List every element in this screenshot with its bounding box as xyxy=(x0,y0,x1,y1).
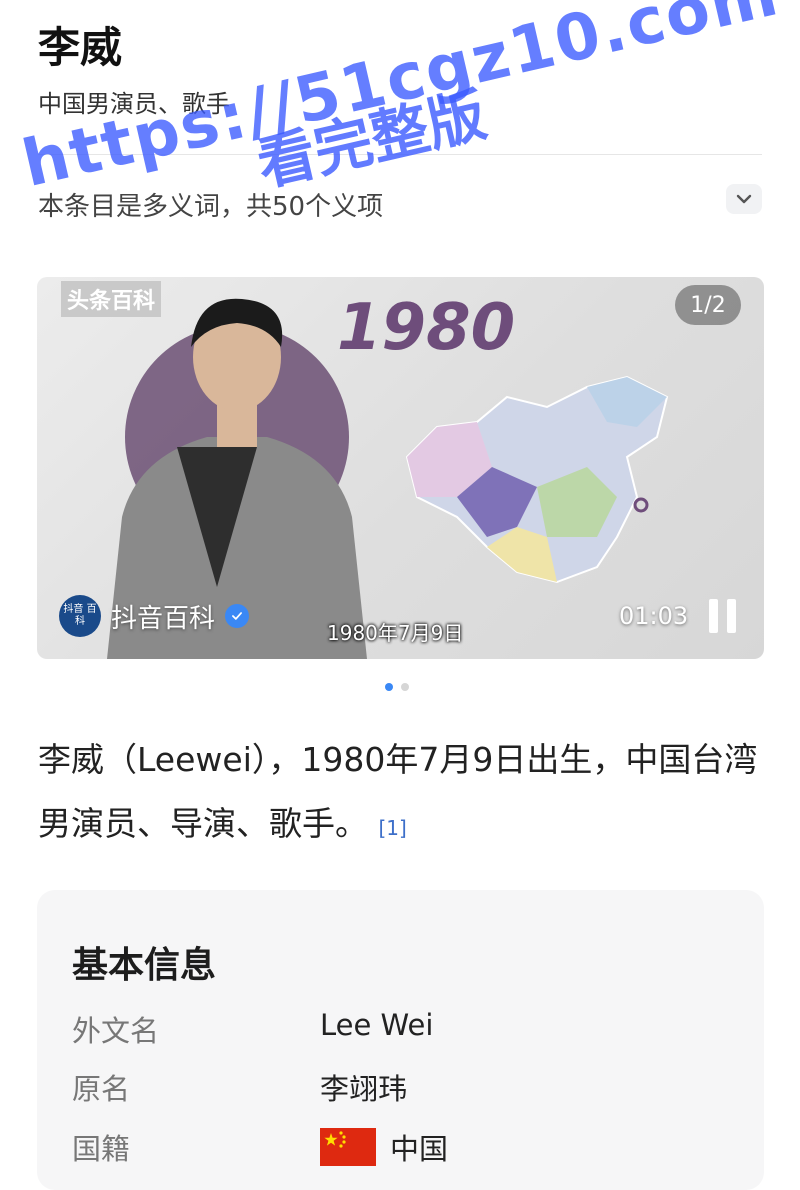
brand-logo: 头条百科 xyxy=(61,281,162,317)
china-map-graphic xyxy=(405,375,669,584)
carousel-dot-active[interactable] xyxy=(385,683,393,691)
info-value: Lee Wei xyxy=(320,1008,434,1042)
carousel-indicator[interactable] xyxy=(385,683,409,691)
header-divider xyxy=(38,154,762,155)
year-overlay: 1980 xyxy=(337,291,516,365)
page-counter-badge: 1/2 xyxy=(675,285,741,325)
playback-time: 01:03 xyxy=(619,602,689,630)
summary-paragraph: 李威（Leewei），1980年7月9日出生，中国台湾男演员、导演、歌手。 [1… xyxy=(38,728,762,856)
video-source[interactable]: 抖音 百科 抖音百科 xyxy=(59,595,250,637)
card-title: 基本信息 xyxy=(72,944,217,986)
info-key: 国籍 xyxy=(72,1132,131,1166)
ambiguity-notice[interactable]: 本条目是多义词，共50个义项 xyxy=(38,186,383,223)
page-title: 李威 xyxy=(38,23,123,72)
source-name: 抖音百科 xyxy=(111,603,216,634)
page-subtitle: 中国男演员、歌手 xyxy=(38,90,230,118)
watermark-text: 看完整版 xyxy=(250,80,493,199)
china-flag-icon xyxy=(320,1128,376,1166)
media-player[interactable]: 头条百科 1980 1/2 抖音 百科 抖音百科 1980年7月9日 01:03 xyxy=(37,277,764,659)
verified-icon xyxy=(225,604,250,628)
info-value: 中国 xyxy=(390,1132,449,1166)
info-key: 原名 xyxy=(72,1072,131,1106)
carousel-dot[interactable] xyxy=(401,683,409,691)
citation-link[interactable]: [1] xyxy=(379,816,407,840)
pause-icon xyxy=(709,599,718,633)
info-value: 李翊玮 xyxy=(320,1072,408,1106)
basic-info-card: 基本信息 外文名 Lee Wei 原名 李翊玮 国籍 中国 xyxy=(37,890,764,1190)
ambiguity-expand-button[interactable] xyxy=(726,184,762,214)
date-caption: 1980年7月9日 xyxy=(327,621,464,645)
info-key: 外文名 xyxy=(72,1014,160,1048)
chevron-down-icon xyxy=(736,194,752,204)
pause-button[interactable] xyxy=(709,599,739,633)
source-badge: 抖音 百科 xyxy=(59,595,101,637)
